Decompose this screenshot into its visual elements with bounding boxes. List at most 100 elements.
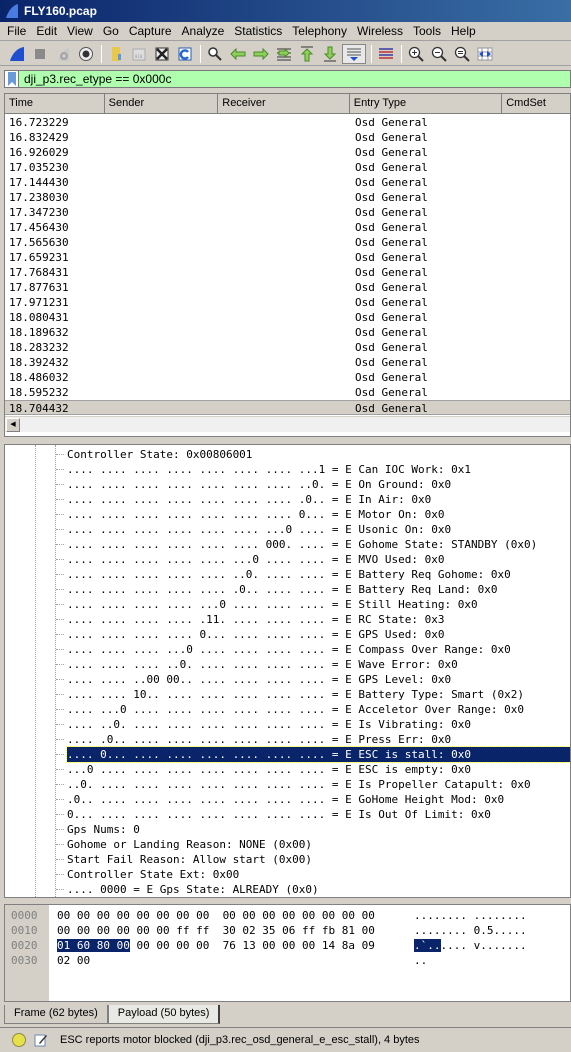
- packet-row[interactable]: 16.832429 Osd General: [5, 130, 570, 145]
- capture-comment-icon[interactable]: [34, 1033, 48, 1047]
- menu-statistics[interactable]: Statistics: [229, 24, 287, 38]
- zoom-in-button[interactable]: [405, 44, 426, 64]
- expert-info-indicator-icon[interactable]: [12, 1033, 26, 1047]
- packet-row[interactable]: 17.456430 Osd General: [5, 220, 570, 235]
- detail-tree-item[interactable]: .... .... .... .... .... ...0 .... .... …: [56, 552, 445, 567]
- detail-tree-item[interactable]: .... .... .... .... .... .... ...0 .... …: [55, 522, 451, 537]
- menu-capture[interactable]: Capture: [124, 24, 177, 38]
- hex-ascii[interactable]: ..: [414, 953, 427, 968]
- menu-file[interactable]: File: [2, 24, 31, 38]
- open-file-button[interactable]: [105, 44, 126, 64]
- menu-view[interactable]: View: [62, 24, 98, 38]
- colorize-button[interactable]: [375, 44, 396, 64]
- detail-tree-item[interactable]: .... .... .... .... .... .... .... ..0. …: [55, 477, 451, 492]
- packet-row[interactable]: 17.971231 Osd General: [5, 295, 570, 310]
- go-last-button[interactable]: [319, 44, 340, 64]
- detail-tree-item[interactable]: .... .... ..00 00.. .... .... .... .... …: [55, 672, 451, 687]
- detail-tree-item[interactable]: Gohome or Landing Reason: NONE (0x00): [55, 837, 312, 852]
- packet-row[interactable]: 16.723229 Osd General: [5, 115, 570, 130]
- resize-columns-button[interactable]: [474, 44, 495, 64]
- menu-wireless[interactable]: Wireless: [352, 24, 408, 38]
- normal-size-button[interactable]: [451, 44, 472, 64]
- packet-row[interactable]: 18.283232 Osd General: [5, 340, 570, 355]
- menu-telephony[interactable]: Telephony: [287, 24, 352, 38]
- tab-payload[interactable]: Payload (50 bytes): [107, 1005, 221, 1024]
- autoscroll-button[interactable]: [342, 43, 366, 64]
- go-forward-button[interactable]: [250, 44, 271, 64]
- ascii-highlight[interactable]: .`..: [414, 939, 441, 952]
- detail-tree-item[interactable]: .... .... .... .... .... .0.. .... .... …: [55, 582, 497, 597]
- hex-bytes[interactable]: 00 00 00 00 00 00 00 00 00 00 00 00 00 0…: [57, 908, 375, 923]
- detail-tree-item[interactable]: 0... .... .... .... .... .... .... .... …: [56, 807, 491, 822]
- detail-tree-item[interactable]: .... ...0 .... .... .... .... .... .... …: [56, 702, 524, 717]
- hex-ascii[interactable]: ........ ........: [414, 908, 527, 923]
- packet-row[interactable]: 17.768431 Osd General: [5, 265, 570, 280]
- display-filter-input[interactable]: [19, 71, 559, 87]
- capture-options-button[interactable]: [75, 44, 96, 64]
- restart-capture-button[interactable]: [52, 44, 73, 64]
- horizontal-scrollbar[interactable]: ◀: [5, 416, 570, 432]
- column-header-time[interactable]: Time: [5, 94, 105, 114]
- packet-row[interactable]: 18.392432 Osd General: [5, 355, 570, 370]
- find-packet-button[interactable]: [204, 44, 225, 64]
- packet-row[interactable]: 17.877631 Osd General: [5, 280, 570, 295]
- packet-row[interactable]: 17.565630 Osd General: [5, 235, 570, 250]
- menu-analyze[interactable]: Analyze: [177, 24, 230, 38]
- packet-row[interactable]: 18.080431 Osd General: [5, 310, 570, 325]
- start-capture-button[interactable]: [6, 44, 27, 64]
- detail-tree-item[interactable]: .... .... 10.. .... .... .... .... .... …: [56, 687, 524, 702]
- detail-tree-item[interactable]: .0.. .... .... .... .... .... .... .... …: [55, 792, 504, 807]
- menu-go[interactable]: Go: [98, 24, 124, 38]
- detail-tree-item[interactable]: Start Fail Reason: Allow start (0x00): [55, 852, 312, 867]
- filter-bookmark-button[interactable]: [5, 71, 19, 87]
- detail-tree-item[interactable]: .... .... .... .... .... .... 000. .... …: [55, 537, 537, 552]
- detail-tree-item[interactable]: .... .... .... ..0. .... .... .... .... …: [56, 657, 458, 672]
- column-header-entry-type[interactable]: Entry Type: [350, 94, 503, 114]
- packet-row[interactable]: 18.189632 Osd General: [5, 325, 570, 340]
- detail-tree-item[interactable]: .... .... .... .... .... .... .... ...1 …: [56, 462, 471, 477]
- detail-tree-item[interactable]: Controller State: 0x00806001: [55, 447, 252, 462]
- detail-tree-item[interactable]: .... .... .... .... .... .... .... 0... …: [56, 507, 445, 522]
- hex-bytes[interactable]: 01 60 80 00 00 00 00 00 76 13 00 00 00 1…: [57, 938, 375, 953]
- tab-frame[interactable]: Frame (62 bytes): [4, 1005, 108, 1024]
- detail-tree-item[interactable]: ...0 .... .... .... .... .... .... .... …: [56, 762, 471, 777]
- menu-tools[interactable]: Tools: [408, 24, 446, 38]
- packet-row[interactable]: 17.144430 Osd General: [5, 175, 570, 190]
- detail-tree-item[interactable]: .... .... .... .... .... .... .... .0.. …: [55, 492, 431, 507]
- detail-tree-item[interactable]: .... 0000 = E Gps State: ALREADY (0x0): [56, 882, 319, 897]
- column-header-cmdset[interactable]: CmdSet: [502, 94, 570, 114]
- packet-row[interactable]: 17.035230 Osd General: [5, 160, 570, 175]
- detail-tree-item[interactable]: .... 0... .... .... .... .... .... .... …: [56, 746, 570, 763]
- packet-row[interactable]: 17.347230 Osd General: [5, 205, 570, 220]
- go-back-button[interactable]: [227, 44, 248, 64]
- menu-edit[interactable]: Edit: [31, 24, 62, 38]
- detail-tree-item[interactable]: .... .0.. .... .... .... .... .... .... …: [55, 732, 451, 747]
- packet-row[interactable]: 17.659231 Osd General: [5, 250, 570, 265]
- hex-bytes[interactable]: 00 00 00 00 00 00 ff ff 30 02 35 06 ff f…: [57, 923, 375, 938]
- hex-ascii[interactable]: .`...... v.......: [414, 938, 527, 953]
- close-file-button[interactable]: [151, 44, 172, 64]
- stop-capture-button[interactable]: [29, 44, 50, 64]
- detail-tree-item[interactable]: ..0. .... .... .... .... .... .... .... …: [56, 777, 531, 792]
- detail-tree-item[interactable]: .... .... .... ...0 .... .... .... .... …: [56, 642, 511, 657]
- detail-tree-item[interactable]: Controller State Ext: 0x00: [55, 867, 239, 882]
- detail-tree-item[interactable]: .... .... .... .... .11. .... .... .... …: [56, 612, 445, 627]
- packet-row[interactable]: 16.926029 Osd General: [5, 145, 570, 160]
- packet-row[interactable]: 18.486032 Osd General: [5, 370, 570, 385]
- column-header-receiver[interactable]: Receiver: [218, 94, 350, 114]
- hex-bytes[interactable]: 02 00: [57, 953, 90, 968]
- detail-tree-item[interactable]: Gps Nums: 0: [56, 822, 140, 837]
- go-to-packet-button[interactable]: [273, 44, 294, 64]
- column-header-sender[interactable]: Sender: [105, 94, 219, 114]
- detail-tree-item[interactable]: .... .... .... .... .... ..0. .... .... …: [56, 567, 511, 582]
- zoom-out-button[interactable]: [428, 44, 449, 64]
- packet-row[interactable]: 18.595232 Osd General: [5, 385, 570, 400]
- packet-row[interactable]: 18.704432 Osd General: [5, 400, 570, 415]
- hex-ascii[interactable]: ........ 0.5.....: [414, 923, 527, 938]
- scroll-left-button[interactable]: ◀: [6, 418, 20, 432]
- go-first-button[interactable]: [296, 44, 317, 64]
- packet-row[interactable]: 17.238030 Osd General: [5, 190, 570, 205]
- save-file-button[interactable]: 010: [128, 44, 149, 64]
- detail-tree-item[interactable]: .... ..0. .... .... .... .... .... .... …: [56, 717, 471, 732]
- menu-help[interactable]: Help: [446, 24, 481, 38]
